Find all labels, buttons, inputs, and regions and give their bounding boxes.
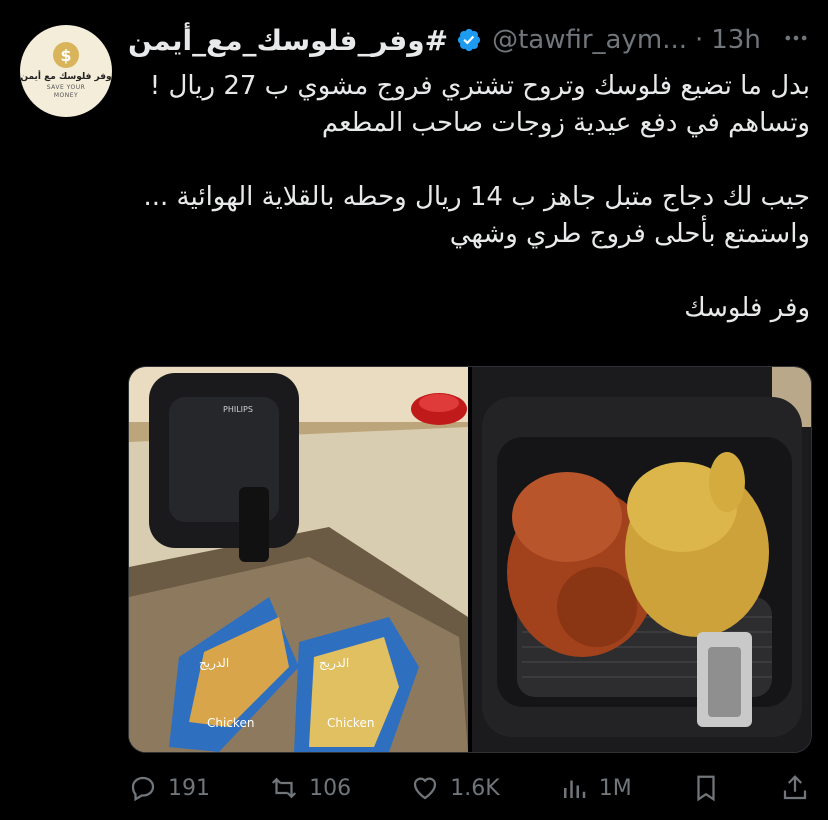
share-button[interactable] <box>780 773 810 803</box>
package-1-brand: الدريج <box>199 656 229 671</box>
package-1-label: Chicken <box>207 716 254 730</box>
avatar-title: وفر فلوسك مع أيمن <box>20 72 112 82</box>
retweet-icon <box>272 777 297 799</box>
tweet-text: بدل ما تضيع فلوسك وتروح تشتري فروج مشوي … <box>143 71 810 323</box>
tweet-timestamp[interactable]: 13h <box>711 25 761 55</box>
views-bar-chart-icon <box>563 780 585 798</box>
tweet-header: #وفر_فلوسك_مع_أيمن @tawfir_aym... · 13h <box>128 20 814 60</box>
reply-button[interactable]: 191 <box>128 773 210 803</box>
avatar-subtitle: SAVE YOUR MONEY <box>46 84 86 99</box>
tweet-actions: 191 106 1.6K 1M <box>128 768 810 808</box>
like-button[interactable]: 1.6K <box>410 773 500 803</box>
views-button[interactable]: 1M <box>559 773 632 803</box>
coin-icon: $ <box>53 42 79 68</box>
separator-dot: · <box>695 25 704 55</box>
author-avatar[interactable]: $ وفر فلوسك مع أيمن SAVE YOUR MONEY <box>20 25 112 117</box>
share-icon <box>783 775 807 800</box>
retweet-count: 106 <box>309 775 352 801</box>
airfryer-packages-image: الدريج Chicken الدريج Chicken PHILIPS <box>129 367 468 752</box>
heart-icon <box>414 777 437 800</box>
retweet-button[interactable]: 106 <box>269 773 351 803</box>
author-handle[interactable]: @tawfir_aym... <box>492 25 687 55</box>
reply-count: 191 <box>168 775 210 801</box>
tweet-media[interactable]: الدريج Chicken الدريج Chicken PHILIPS <box>128 366 812 753</box>
bookmark-icon <box>697 775 715 802</box>
like-count: 1.6K <box>450 775 500 801</box>
more-horizontal-icon[interactable] <box>782 24 810 52</box>
photo-airfryer-packages[interactable]: الدريج Chicken الدريج Chicken PHILIPS <box>129 367 468 752</box>
package-2-brand: الدريج <box>319 656 349 671</box>
views-count: 1M <box>598 775 632 801</box>
package-2-label: Chicken <box>327 716 374 730</box>
author-display-name[interactable]: #وفر_فلوسك_مع_أيمن <box>128 24 448 57</box>
airfryer-brand: PHILIPS <box>223 405 253 414</box>
reply-icon <box>131 776 155 802</box>
verified-badge-icon <box>457 28 481 52</box>
bookmark-button[interactable] <box>691 773 721 803</box>
chickens-basket-image <box>472 367 811 752</box>
photo-chickens-basket[interactable] <box>472 367 811 752</box>
